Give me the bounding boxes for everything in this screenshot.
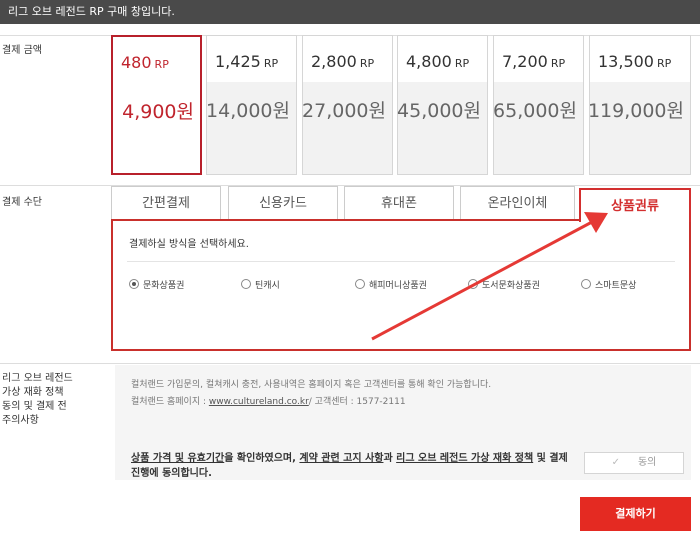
rp-amount: 2,800 RP bbox=[311, 52, 375, 71]
policy-section-label: 리그 오브 레전드 가상 재화 정책 동의 및 결제 전 주의사항 bbox=[2, 373, 73, 426]
agree-button[interactable]: ✓ 동의 bbox=[584, 452, 684, 474]
price-option-480[interactable]: 480 RP 4,900원 bbox=[111, 35, 202, 175]
radio-unchecked-icon bbox=[241, 279, 251, 289]
won-price: 65,000원 bbox=[493, 100, 577, 122]
check-icon: ✓ bbox=[611, 457, 620, 468]
page-notice-text: 리그 오브 레전드 RP 구매 창입니다. bbox=[8, 5, 175, 18]
radio-checked-icon bbox=[129, 279, 139, 289]
radio-unchecked-icon bbox=[468, 279, 478, 289]
agreement-text: 상품 가격 및 유효기간을 확인하였으며, 계약 관련 고지 사항과 리그 오브… bbox=[131, 453, 568, 479]
amount-section-label: 결제 금액 bbox=[2, 45, 42, 56]
won-price: 45,000원 bbox=[397, 100, 481, 122]
notice-contact: 컬처랜드 홈페이지 : www.cultureland.co.kr/ 고객센터 … bbox=[131, 397, 406, 407]
radio-happymoney[interactable]: 해피머니상품권 bbox=[355, 278, 427, 291]
rp-amount: 480 RP bbox=[121, 53, 169, 72]
tab-easy-pay[interactable]: 간편결제 bbox=[111, 186, 221, 219]
tab-gift-certificate[interactable]: 상품권류 bbox=[579, 188, 691, 222]
radio-unchecked-icon bbox=[581, 279, 591, 289]
rp-amount: 1,425 RP bbox=[215, 52, 279, 71]
tab-online-transfer[interactable]: 온라인이체 bbox=[460, 186, 575, 219]
tab-mobile[interactable]: 휴대폰 bbox=[344, 186, 454, 219]
rp-amount: 13,500 RP bbox=[598, 52, 672, 71]
radio-teencash[interactable]: 틴캐시 bbox=[241, 278, 280, 291]
radio-book-culture-voucher[interactable]: 도서문화상품권 bbox=[468, 278, 540, 291]
pay-button[interactable]: 결제하기 bbox=[580, 497, 691, 531]
divider bbox=[127, 261, 675, 262]
price-option-13500[interactable]: 13,500 RP 119,000원 bbox=[587, 35, 691, 175]
price-option-2800[interactable]: 2,800 RP 27,000원 bbox=[302, 35, 393, 175]
won-price: 27,000원 bbox=[302, 100, 386, 122]
price-option-7200[interactable]: 7,200 RP 65,000원 bbox=[493, 35, 584, 175]
divider bbox=[0, 363, 700, 364]
rp-amount: 7,200 RP bbox=[502, 52, 566, 71]
won-price: 14,000원 bbox=[206, 100, 290, 122]
method-section-label: 결제 수단 bbox=[2, 197, 42, 208]
gift-certificate-panel: 결제하실 방식을 선택하세요. 문화상품권 틴캐시 해피머니상품권 도서문화상품… bbox=[111, 219, 691, 351]
tab-credit-card[interactable]: 신용카드 bbox=[228, 186, 338, 219]
homepage-link[interactable]: www.cultureland.co.kr bbox=[209, 397, 309, 407]
top-notice-bar: 리그 오브 레전드 RP 구매 창입니다. bbox=[0, 0, 700, 24]
won-price: 119,000원 bbox=[587, 100, 684, 122]
won-price: 4,900원 bbox=[122, 101, 194, 123]
price-option-4800[interactable]: 4,800 RP 45,000원 bbox=[397, 35, 488, 175]
radio-unchecked-icon bbox=[355, 279, 365, 289]
radio-culture-voucher[interactable]: 문화상품권 bbox=[129, 278, 184, 291]
notice-line: 컬처랜드 가입문의, 컬쳐캐시 충전, 사용내역은 홈페이지 혹은 고객센터를 … bbox=[131, 380, 492, 390]
price-option-1425[interactable]: 1,425 RP 14,000원 bbox=[206, 35, 297, 175]
radio-smart-voucher[interactable]: 스마트문상 bbox=[581, 278, 636, 291]
rp-amount: 4,800 RP bbox=[406, 52, 470, 71]
method-prompt: 결제하실 방식을 선택하세요. bbox=[129, 239, 249, 250]
